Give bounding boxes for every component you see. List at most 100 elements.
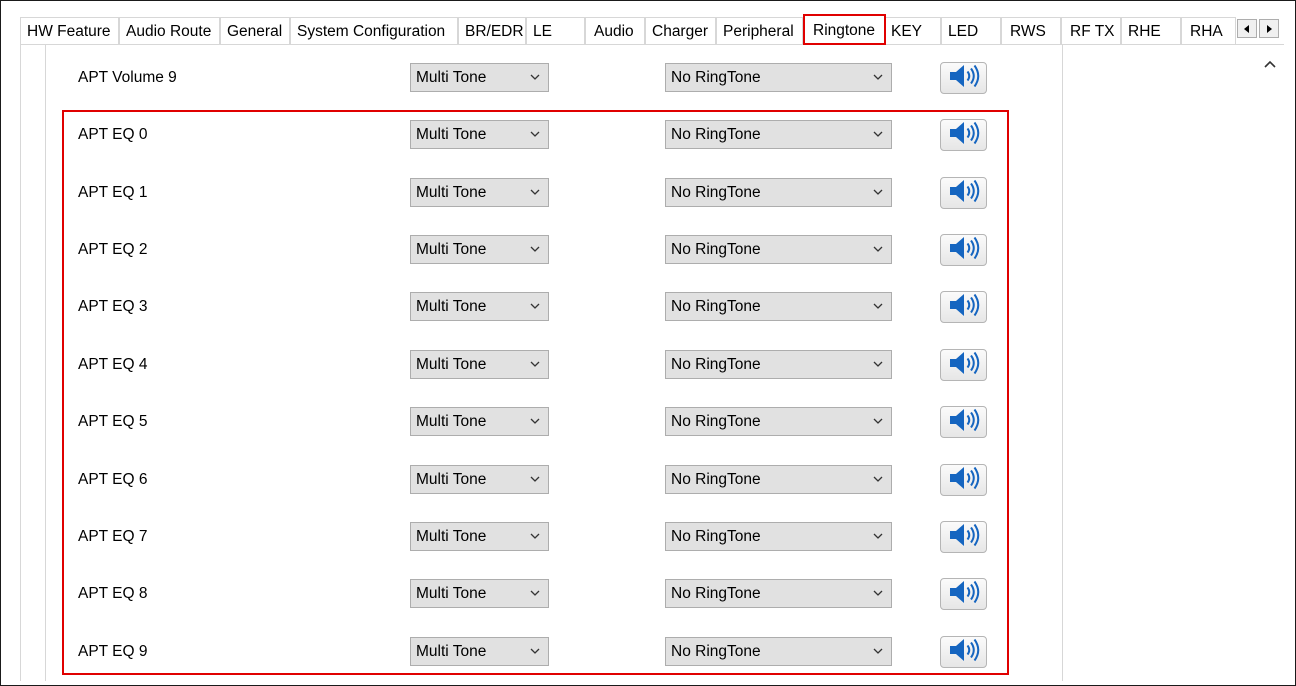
chevron-down-icon: [530, 74, 540, 80]
tab-rf-tx[interactable]: RF TX: [1061, 17, 1121, 44]
tone-type-select[interactable]: Multi Tone: [410, 637, 549, 666]
ringtone-select[interactable]: No RingTone: [665, 579, 892, 608]
ringtone-value: No RingTone: [671, 643, 761, 660]
row-label: APT EQ 5: [78, 413, 148, 430]
ringtone-select[interactable]: No RingTone: [665, 178, 892, 207]
tab-charger[interactable]: Charger: [645, 17, 716, 44]
tone-type-select[interactable]: Multi Tone: [410, 63, 549, 92]
ringtone-value: No RingTone: [671, 413, 761, 430]
speaker-icon: [947, 522, 981, 552]
ringtone-select[interactable]: No RingTone: [665, 407, 892, 436]
list-item: APT EQ 7 Multi Tone No RingTone: [46, 521, 1046, 554]
ringtone-value: No RingTone: [671, 298, 761, 315]
ringtone-select[interactable]: No RingTone: [665, 235, 892, 264]
tab-le[interactable]: LE: [526, 17, 585, 44]
chevron-down-icon: [873, 418, 883, 424]
play-ringtone-button[interactable]: [940, 636, 987, 668]
chevron-down-icon: [530, 418, 540, 424]
row-label: APT EQ 4: [78, 356, 148, 373]
play-ringtone-button[interactable]: [940, 234, 987, 266]
ringtone-select[interactable]: No RingTone: [665, 63, 892, 92]
play-ringtone-button[interactable]: [940, 291, 987, 323]
tone-type-select[interactable]: Multi Tone: [410, 522, 549, 551]
panel-divider-right: [1062, 45, 1063, 681]
chevron-down-icon: [530, 476, 540, 482]
vertical-scrollbar[interactable]: [1256, 45, 1283, 681]
tone-type-select[interactable]: Multi Tone: [410, 235, 549, 264]
tone-type-select[interactable]: Multi Tone: [410, 465, 549, 494]
tab-ringtone[interactable]: Ringtone: [803, 14, 886, 45]
ringtone-select[interactable]: No RingTone: [665, 465, 892, 494]
ringtone-value: No RingTone: [671, 69, 761, 86]
list-item: APT EQ 2 Multi Tone No RingTone: [46, 234, 1046, 267]
speaker-icon: [947, 292, 981, 322]
ringtone-value: No RingTone: [671, 184, 761, 201]
play-ringtone-button[interactable]: [940, 119, 987, 151]
tone-type-select[interactable]: Multi Tone: [410, 350, 549, 379]
tone-type-select[interactable]: Multi Tone: [410, 407, 549, 436]
tab-peripheral[interactable]: Peripheral: [716, 17, 803, 44]
tab-audio-route[interactable]: Audio Route: [119, 17, 220, 44]
row-label: APT EQ 3: [78, 298, 148, 315]
play-ringtone-button[interactable]: [940, 578, 987, 610]
tone-type-value: Multi Tone: [416, 585, 487, 602]
tone-type-value: Multi Tone: [416, 413, 487, 430]
list-item: APT EQ 8 Multi Tone No RingTone: [46, 578, 1046, 611]
ringtone-select[interactable]: No RingTone: [665, 350, 892, 379]
tone-type-value: Multi Tone: [416, 241, 487, 258]
tone-type-value: Multi Tone: [416, 528, 487, 545]
chevron-down-icon: [873, 303, 883, 309]
tab-br-edr[interactable]: BR/EDR: [458, 17, 526, 44]
chevron-down-icon: [873, 189, 883, 195]
tab-led[interactable]: LED: [941, 17, 1001, 44]
ringtone-value: No RingTone: [671, 471, 761, 488]
play-ringtone-button[interactable]: [940, 406, 987, 438]
play-ringtone-button[interactable]: [940, 177, 987, 209]
ringtone-value: No RingTone: [671, 241, 761, 258]
tab-rhe[interactable]: RHE: [1121, 17, 1181, 44]
chevron-down-icon: [873, 476, 883, 482]
row-label: APT EQ 6: [78, 471, 148, 488]
tone-type-select[interactable]: Multi Tone: [410, 120, 549, 149]
tab-scroll-buttons: [1237, 19, 1281, 40]
tone-type-select[interactable]: Multi Tone: [410, 292, 549, 321]
chevron-up-icon[interactable]: [1256, 53, 1283, 75]
ringtone-value: No RingTone: [671, 585, 761, 602]
speaker-icon: [947, 637, 981, 667]
tab-key[interactable]: KEY: [884, 17, 941, 44]
tab-rha[interactable]: RHA: [1181, 17, 1236, 44]
chevron-down-icon: [530, 648, 540, 654]
chevron-down-icon: [873, 361, 883, 367]
list-item: APT EQ 0 Multi Tone No RingTone: [46, 119, 1046, 152]
chevron-down-icon: [873, 74, 883, 80]
tab-general[interactable]: General: [220, 17, 290, 44]
tab-hw-feature[interactable]: HW Feature: [20, 17, 119, 44]
play-ringtone-button[interactable]: [940, 62, 987, 94]
row-label: APT EQ 9: [78, 643, 148, 660]
tone-type-value: Multi Tone: [416, 643, 487, 660]
ringtone-select[interactable]: No RingTone: [665, 522, 892, 551]
play-ringtone-button[interactable]: [940, 349, 987, 381]
ringtone-select[interactable]: No RingTone: [665, 292, 892, 321]
arrow-left-icon[interactable]: [1237, 19, 1257, 38]
tab-rws[interactable]: RWS: [1001, 17, 1061, 44]
tab-audio[interactable]: Audio: [585, 17, 645, 44]
ringtone-value: No RingTone: [671, 126, 761, 143]
tone-type-select[interactable]: Multi Tone: [410, 579, 549, 608]
ringtone-value: No RingTone: [671, 528, 761, 545]
arrow-right-icon[interactable]: [1259, 19, 1279, 38]
tone-type-value: Multi Tone: [416, 356, 487, 373]
play-ringtone-button[interactable]: [940, 464, 987, 496]
play-ringtone-button[interactable]: [940, 521, 987, 553]
list-item: APT EQ 5 Multi Tone No RingTone: [46, 406, 1046, 439]
ringtone-select[interactable]: No RingTone: [665, 637, 892, 666]
tone-type-value: Multi Tone: [416, 298, 487, 315]
chevron-down-icon: [530, 131, 540, 137]
tab-system-configuration[interactable]: System Configuration: [290, 17, 458, 44]
chevron-down-icon: [873, 533, 883, 539]
chevron-down-icon: [873, 648, 883, 654]
row-label: APT EQ 1: [78, 184, 148, 201]
tab-strip: HW Feature Audio Route General System Co…: [20, 14, 1236, 45]
ringtone-select[interactable]: No RingTone: [665, 120, 892, 149]
tone-type-select[interactable]: Multi Tone: [410, 178, 549, 207]
